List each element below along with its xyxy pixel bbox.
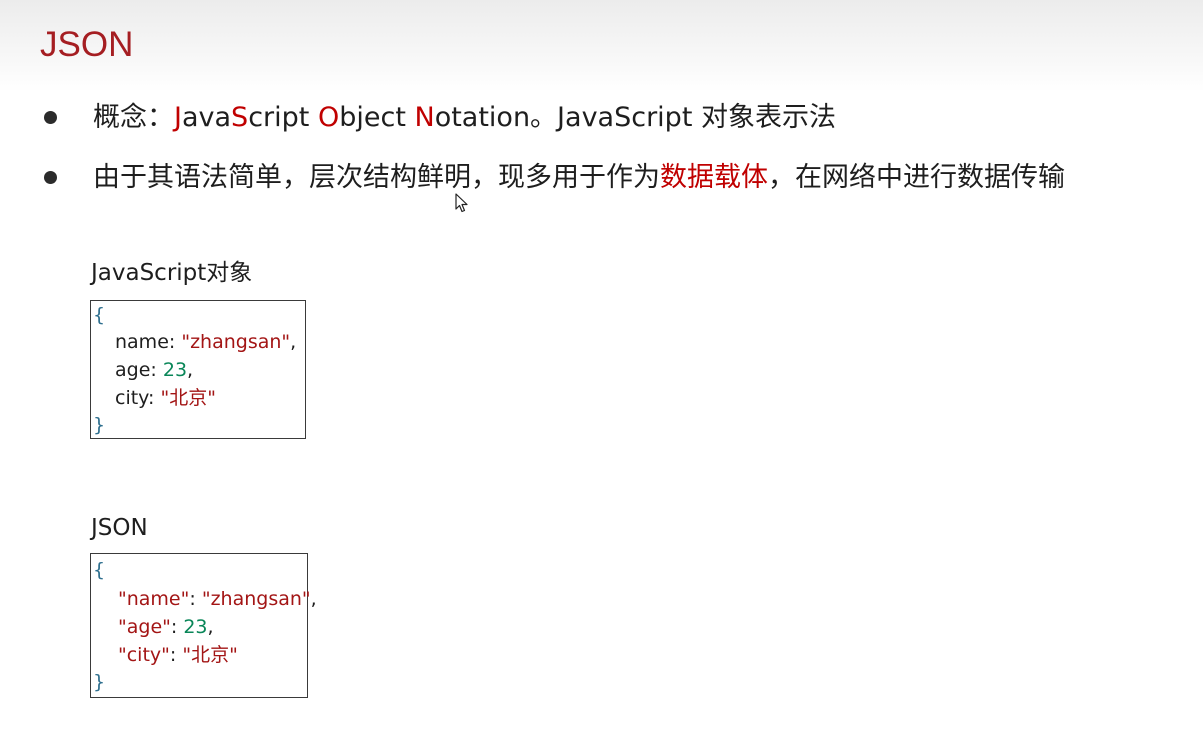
- code-comma: ,: [290, 331, 297, 353]
- code-separator: :: [148, 387, 161, 409]
- concept-prefix: 概念：: [93, 102, 174, 133]
- code-comma: ,: [207, 616, 214, 638]
- code-line-city: "city": "北京": [118, 641, 238, 669]
- code-key: age: [115, 359, 151, 381]
- bullet-text: 概念：JavaScript Object Notation。JavaScript…: [93, 98, 836, 138]
- code-value: "北京": [160, 387, 216, 409]
- code-separator: :: [170, 616, 184, 638]
- code-separator: :: [168, 331, 182, 353]
- code-comma: ,: [310, 588, 317, 610]
- code-line-age: age: 23,: [115, 356, 193, 384]
- close-brace: }: [93, 671, 106, 693]
- code-line-name: "name": "zhangsan",: [118, 585, 317, 613]
- acronym-letter-n: N: [414, 102, 435, 133]
- bullet-dot-icon: [44, 111, 57, 124]
- word-fragment: bject: [339, 102, 415, 133]
- word-fragment: cript: [248, 102, 318, 133]
- mouse-pointer-icon: [455, 193, 468, 213]
- code-separator: :: [169, 644, 183, 666]
- code-key: city: [115, 387, 149, 409]
- bullet-dot-icon: [44, 171, 57, 184]
- acronym-letter-s: S: [231, 102, 249, 133]
- code-line-name: name: "zhangsan",: [115, 328, 296, 356]
- code-separator: :: [150, 359, 163, 381]
- code-key: "city": [118, 644, 170, 666]
- word-fragment: ava: [181, 102, 232, 133]
- json-code-box: { "name": "zhangsan", "age": 23, "city":…: [90, 553, 317, 698]
- usage-text-before: 由于其语法简单，层次结构鲜明，现多用于作为: [93, 162, 660, 193]
- code-value: "zhangsan": [181, 331, 291, 353]
- bullet-item-usage: 由于其语法简单，层次结构鲜明，现多用于作为数据载体，在网络中进行数据传输: [40, 158, 1190, 198]
- code-value: 23: [183, 616, 208, 638]
- code-value: "北京": [182, 644, 238, 666]
- code-key: "name": [118, 588, 190, 610]
- code-comma: ,: [187, 359, 194, 381]
- code-line-age: "age": 23,: [118, 613, 214, 641]
- open-brace: {: [93, 559, 106, 581]
- slide-title: JSON: [40, 25, 134, 64]
- close-brace: }: [93, 414, 106, 436]
- usage-text-after: ，在网络中进行数据传输: [768, 162, 1065, 193]
- acronym-letter-o: O: [317, 102, 340, 133]
- code-line-city: city: "北京": [115, 384, 216, 412]
- usage-highlight: 数据载体: [660, 162, 768, 193]
- code-separator: :: [189, 588, 202, 610]
- code-value: "zhangsan": [201, 588, 311, 610]
- json-label: JSON: [91, 515, 148, 541]
- js-object-code-box: { name: "zhangsan", age: 23, city: "北京" …: [90, 300, 306, 439]
- code-value: 23: [162, 359, 188, 381]
- acronym-letter-j: J: [174, 102, 182, 133]
- open-brace: {: [93, 304, 106, 326]
- bullet-item-concept: 概念：JavaScript Object Notation。JavaScript…: [40, 98, 1190, 138]
- code-key: "age": [118, 616, 171, 638]
- code-key: name: [115, 331, 169, 353]
- bullet-text: 由于其语法简单，层次结构鲜明，现多用于作为数据载体，在网络中进行数据传输: [93, 158, 1065, 198]
- slide-header: [0, 0, 1203, 92]
- word-fragment: otation。JavaScript 对象表示法: [434, 102, 836, 133]
- js-object-label: JavaScript对象: [91, 260, 253, 286]
